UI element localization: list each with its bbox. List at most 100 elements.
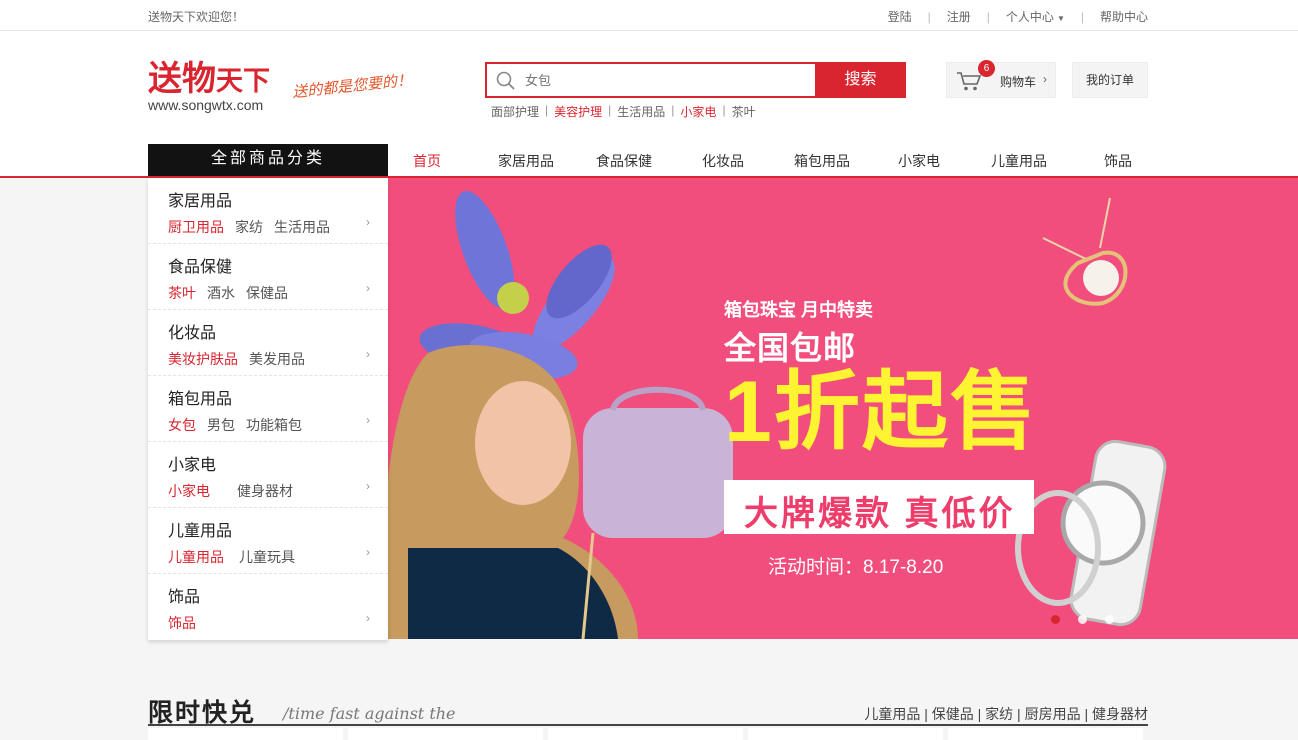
divider: | [1080,9,1084,24]
category-name: 儿童用品 [168,523,233,540]
subcategory-link[interactable]: 男包 [207,417,235,433]
hot-keyword[interactable]: 生活用品 [617,103,665,120]
register-link[interactable]: 注册 [947,8,971,25]
banner-headline: 1折起售 [724,364,1038,460]
hot-keyword[interactable]: 面部护理 [491,103,539,120]
subcategory-link[interactable]: 儿童玩具 [239,549,295,565]
all-categories-button[interactable]: 全部商品分类 [148,144,388,176]
nav-item-appliances[interactable]: 小家电 [898,151,940,171]
my-orders-button[interactable]: 我的订单 [1072,62,1148,98]
subcategory-link[interactable]: 健身器材 [237,483,293,499]
nav-item-bags[interactable]: 箱包用品 [794,151,850,171]
category-item[interactable]: 家居用品 厨卫用品 家纺 生活用品 › [148,178,388,244]
subcategory-link[interactable]: 保健品 [246,285,288,301]
nav-item-kids[interactable]: 儿童用品 [991,151,1047,171]
product-card[interactable] [948,728,1143,740]
section-subtitle: /time fast against the [283,704,456,723]
category-item[interactable]: 箱包用品 女包 男包 功能箱包 › [148,376,388,442]
hot-keywords: 面部护理 | 美容护理 | 生活用品 | 小家电 | 茶叶 [491,103,756,120]
subcategory-link[interactable]: 美发用品 [249,351,305,367]
hot-keyword[interactable]: 美容护理 [554,103,602,120]
category-item[interactable]: 儿童用品 儿童用品 儿童玩具 › [148,508,388,574]
chevron-right-icon: › [366,413,370,427]
search-box: 搜索 [485,62,906,98]
site-logo[interactable]: 送物天下 www.songwtx.com 送的都是您要的！ [148,61,428,116]
carousel-dot[interactable] [1051,615,1060,624]
chevron-right-icon: › [366,281,370,295]
chevron-right-icon: › [366,545,370,559]
chevron-right-icon: › [1043,72,1047,86]
nav-item-home[interactable]: 首页 [413,151,441,171]
category-item[interactable]: 食品保健 茶叶 酒水 保健品 › [148,244,388,310]
nav-item-home-goods[interactable]: 家居用品 [498,151,554,171]
logo-name-main: 送物 [148,60,216,98]
category-name: 化妆品 [168,325,217,342]
banner-line2: 全国包邮 [724,330,857,366]
flash-sale-header: 限时快兑 /time fast against the 儿童用品 | 保健品 |… [148,691,1148,727]
nav-links: 首页 家居用品 食品保健 化妆品 箱包用品 小家电 儿童用品 饰品 [388,144,1148,176]
banner-line4: 大牌爆款 真低价 [744,495,1016,533]
chevron-right-icon: › [366,479,370,493]
product-card[interactable] [348,728,543,740]
subcategory-link[interactable]: 厨卫用品 [168,219,224,235]
subcategory-link[interactable]: 功能箱包 [246,417,302,433]
divider: | [722,103,726,117]
user-center-link[interactable]: 个人中心 ▼ [1006,8,1065,25]
carousel-dot[interactable] [1078,615,1087,624]
section-tags[interactable]: 儿童用品 | 保健品 | 家纺 | 厨房用品 | 健身器材 [864,704,1148,724]
chevron-right-icon: › [366,347,370,361]
category-name: 箱包用品 [168,391,233,408]
cart-button[interactable]: 6 购物车 › [946,60,1056,98]
carousel-dot[interactable] [1105,615,1114,624]
search-icon [496,71,515,90]
subcategory-link[interactable]: 茶叶 [168,285,196,301]
divider: | [986,9,990,24]
logo-url: www.songwtx.com [148,97,264,113]
hot-keyword[interactable]: 小家电 [680,103,716,120]
category-item[interactable]: 小家电 小家电 健身器材 › [148,442,388,508]
carousel-dots [1051,615,1132,624]
chevron-right-icon: › [366,611,370,625]
subcategory-link[interactable]: 家纺 [235,219,263,235]
category-item[interactable]: 饰品 饰品 › [148,574,388,640]
category-menu: 家居用品 厨卫用品 家纺 生活用品 › 食品保健 茶叶 酒水 保健品 › 化妆品 美妆护… [148,178,388,640]
subcategory-link[interactable]: 酒水 [207,285,235,301]
nav-item-food-health[interactable]: 食品保健 [596,151,652,171]
subcategory-link[interactable]: 小家电 [168,483,210,499]
welcome-text: 送物天下欢迎您！ [148,10,245,24]
top-bar: 送物天下欢迎您！ 登陆 | 注册 | 个人中心 ▼ | 帮助中心 [0,0,1298,31]
category-name: 饰品 [168,589,201,606]
nav-item-cosmetics[interactable]: 化妆品 [702,151,744,171]
chevron-right-icon: › [366,215,370,229]
promo-banner[interactable]: 箱包珠宝 月中特卖 全国包邮 1折起售 大牌爆款 真低价 活动时间：8.17-8… [388,178,1298,639]
category-name: 家居用品 [168,193,233,210]
search-button[interactable]: 搜索 [815,62,906,98]
divider: | [671,103,675,117]
divider: | [927,9,931,24]
help-center-link[interactable]: 帮助中心 [1100,8,1148,25]
subcategory-link[interactable]: 美妆护肤品 [168,351,238,367]
product-card[interactable] [148,728,343,740]
category-name: 小家电 [168,457,217,474]
login-link[interactable]: 登陆 [888,8,912,25]
user-center-label: 个人中心 [1005,10,1054,24]
subcategory-link[interactable]: 女包 [168,417,196,433]
product-card[interactable] [548,728,743,740]
logo-name-small: 天下 [216,66,270,96]
banner-date: 活动时间：8.17-8.20 [768,557,944,578]
product-cards [148,728,1148,740]
watch-image [1015,439,1167,627]
divider: | [608,103,612,117]
search-input[interactable] [525,64,815,96]
nav-item-accessories[interactable]: 饰品 [1104,151,1132,171]
main-nav: 全部商品分类 首页 家居用品 食品保健 化妆品 箱包用品 小家电 儿童用品 饰品 [0,144,1298,178]
product-card[interactable] [748,728,943,740]
subcategory-link[interactable]: 儿童用品 [168,549,224,565]
category-name: 食品保健 [168,259,233,276]
subcategory-link[interactable]: 生活用品 [274,219,330,235]
necklace-image [1042,197,1128,306]
divider: | [545,103,549,117]
subcategory-link[interactable]: 饰品 [168,615,196,631]
category-item[interactable]: 化妆品 美妆护肤品 美发用品 › [148,310,388,376]
hot-keyword[interactable]: 茶叶 [732,103,756,120]
